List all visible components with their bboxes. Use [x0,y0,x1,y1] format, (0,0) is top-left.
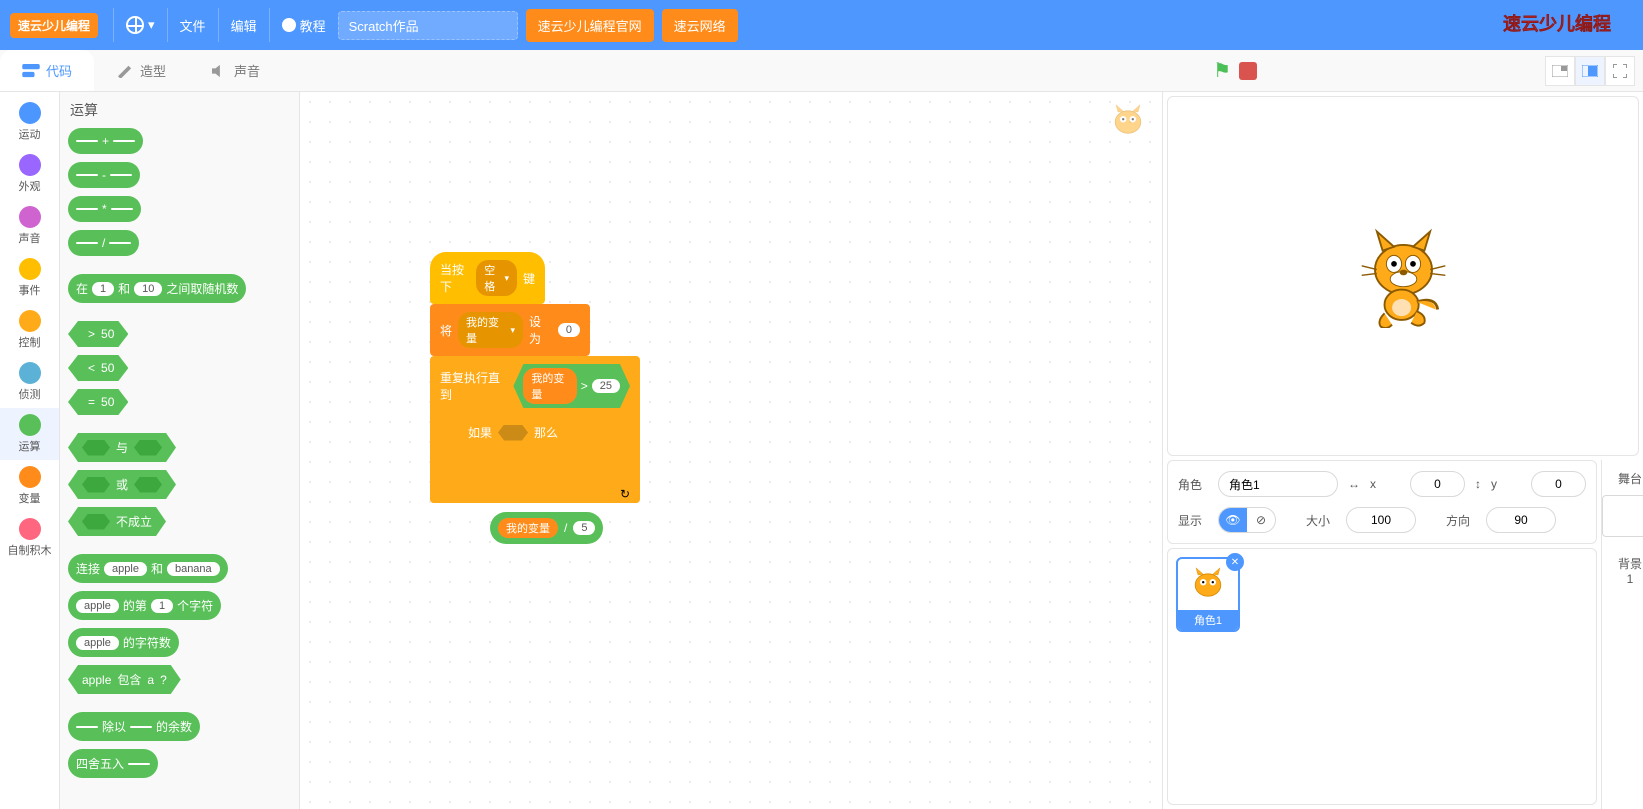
stage[interactable] [1167,96,1639,456]
logo: 速云少儿编程 [10,13,98,38]
stage-controls: ⚑ [1213,56,1643,86]
backdrop-label: 背景 [1618,555,1642,572]
visibility-toggle[interactable]: 👁 ⊘ [1218,507,1276,533]
cat-events[interactable]: 事件 [0,252,59,304]
op-random[interactable]: 在1和10之间取随机数 [68,274,246,303]
sprite-tile[interactable]: ✕ 角色1 [1176,557,1240,632]
op-div[interactable]: / [68,230,139,256]
menu-file[interactable]: 文件 [168,16,218,35]
cat-motion[interactable]: 运动 [0,96,59,148]
op-add[interactable]: + [68,128,143,154]
code-icon [22,64,40,78]
palette-title: 运算 [68,100,291,120]
block-repeat-until[interactable]: 重复执行直到 我的变量>25 如果那么 ↻ [430,356,640,503]
op-join[interactable]: 连接apple和banana [68,554,228,583]
loop-arrow-icon: ↻ [620,487,630,501]
category-column: 运动 外观 声音 事件 控制 侦测 运算 变量 自制积木 [0,92,60,809]
btn-suyun-network[interactable]: 速云网络 [662,9,738,42]
sprite-y-input[interactable] [1531,471,1586,497]
language-menu[interactable]: ▾ [114,16,167,34]
stage-fullscreen-button[interactable] [1605,56,1635,86]
cat-control[interactable]: 控制 [0,304,59,356]
stage-thumb[interactable] [1602,495,1643,537]
sprite-x-input[interactable] [1410,471,1465,497]
script-stack[interactable]: 当按下空格键 将我的变量设为0 重复执行直到 我的变量>25 如果那么 ↻ [430,252,640,503]
cat-myblocks[interactable]: 自制积木 [0,512,59,564]
stage-label: 舞台 [1618,470,1642,487]
cat-looks[interactable]: 外观 [0,148,59,200]
sprite-thumb [1188,563,1228,603]
cat-operators[interactable]: 运算 [0,408,59,460]
stage-large-button[interactable] [1575,56,1605,86]
sprite-info: 角色 ↔ x ↕ y 显示 👁 ⊘ [1167,460,1597,544]
eye-off-icon[interactable]: ⊘ [1247,508,1275,532]
green-flag[interactable]: ⚑ [1213,58,1231,83]
op-sub[interactable]: - [68,162,140,188]
brush-icon [116,64,134,78]
op-or[interactable]: 或 [68,470,176,499]
globe-icon [126,16,144,34]
op-and[interactable]: 与 [68,433,176,462]
btn-official-site[interactable]: 速云少儿编程官网 [526,9,654,42]
op-gt[interactable]: >50 [68,321,128,347]
cat-variables[interactable]: 变量 [0,460,59,512]
menubar: 速云少儿编程 ▾ 文件 编辑 教程 速云少儿编程官网 速云网络 速云少儿编程 [0,0,1643,50]
op-mod[interactable]: 除以 的余数 [68,712,200,741]
main: 运动 外观 声音 事件 控制 侦测 运算 变量 自制积木 运算 + - * / … [0,92,1643,809]
tabbar: 代码 造型 声音 ⚑ [0,50,1643,92]
workspace[interactable]: 当按下空格键 将我的变量设为0 重复执行直到 我的变量>25 如果那么 ↻ [300,92,1163,809]
backdrop-count: 1 [1627,572,1634,586]
tab-sounds[interactable]: 声音 [188,50,282,91]
delete-sprite-icon[interactable]: ✕ [1226,553,1244,571]
cat-sensing[interactable]: 侦测 [0,356,59,408]
cat-sprite[interactable] [1356,224,1451,329]
workspace-sprite-watermark [1108,100,1148,145]
stop-button[interactable] [1239,62,1257,80]
stage-small-button[interactable] [1545,56,1575,86]
menu-edit[interactable]: 编辑 [219,16,269,35]
op-not[interactable]: 不成立 [68,507,166,536]
arrows-v-icon: ↕ [1475,477,1481,491]
op-lt[interactable]: <50 [68,355,128,381]
op-eq[interactable]: =50 [68,389,128,415]
op-mul[interactable]: * [68,196,141,222]
loose-block[interactable]: 我的变量/5 [490,512,603,544]
sprite-direction-input[interactable] [1486,507,1556,533]
sound-icon [210,64,228,78]
sprite-size-input[interactable] [1346,507,1416,533]
project-name-input[interactable] [338,11,518,40]
label-sprite: 角色 [1178,476,1208,493]
op-letter[interactable]: apple的第1个字符 [68,591,221,620]
menu-tutorial[interactable]: 教程 [270,16,338,35]
bulb-icon [282,18,296,32]
eye-icon[interactable]: 👁 [1219,508,1247,532]
cat-sound[interactable]: 声音 [0,200,59,252]
svg-text:速云少儿编程: 速云少儿编程 [1503,13,1611,34]
block-if[interactable]: 如果那么 [458,416,588,485]
tab-code[interactable]: 代码 [0,50,94,91]
op-length[interactable]: apple的字符数 [68,628,179,657]
arrows-h-icon: ↔ [1348,477,1360,491]
sprite-list: ✕ 角色1 [1167,548,1597,805]
block-set-variable[interactable]: 将我的变量设为0 [430,304,590,356]
tab-costumes[interactable]: 造型 [94,50,188,91]
right-panel: 角色 ↔ x ↕ y 显示 👁 ⊘ [1163,92,1643,809]
brand-logo: 速云少儿编程 [1503,9,1623,42]
block-when-key[interactable]: 当按下空格键 [430,252,545,304]
op-round[interactable]: 四舍五入 [68,749,158,778]
sprite-name-input[interactable] [1218,471,1338,497]
block-palette: 运算 + - * / 在1和10之间取随机数 >50 <50 =50 与 或 不… [60,92,300,809]
stage-panel: 舞台 背景 1 [1601,460,1643,809]
op-contains[interactable]: apple包含a? [68,665,181,694]
